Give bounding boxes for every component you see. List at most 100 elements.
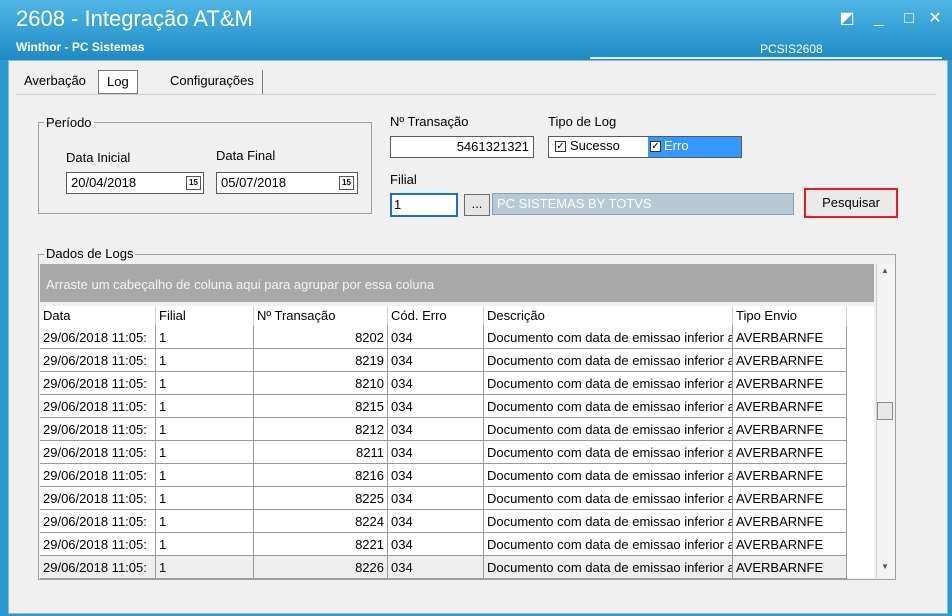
maximize-icon[interactable]: □ [898, 8, 920, 30]
sucesso-checkbox[interactable]: ✓ [555, 141, 566, 152]
cell-tipo-envio[interactable]: AVERBARNFE [733, 395, 847, 418]
cell-data[interactable]: 29/06/2018 11:05: [40, 395, 156, 418]
cell-cod-erro[interactable]: 034 [388, 326, 484, 349]
cell-data[interactable]: 29/06/2018 11:05: [40, 418, 156, 441]
scroll-thumb[interactable] [877, 402, 893, 420]
cell-filial[interactable]: 1 [156, 556, 254, 579]
cell-descricao[interactable]: Documento com data de emissao inferior a [484, 326, 733, 349]
cell-transacao[interactable]: 8202 [254, 326, 388, 349]
cell-cod-erro[interactable]: 034 [388, 349, 484, 372]
cell-filial[interactable]: 1 [156, 533, 254, 556]
cell-transacao[interactable]: 8226 [254, 556, 388, 579]
cell-cod-erro[interactable]: 034 [388, 418, 484, 441]
cell-descricao[interactable]: Documento com data de emissao inferior a [484, 349, 733, 372]
transacao-input[interactable]: 5461321321 [390, 136, 534, 158]
cell-descricao[interactable]: Documento com data de emissao inferior a [484, 533, 733, 556]
restore-icon[interactable]: ◩ [836, 8, 858, 30]
cell-tipo-envio[interactable]: AVERBARNFE [733, 533, 847, 556]
column-header-tipo-envio[interactable]: Tipo Envio [733, 306, 847, 326]
group-by-panel[interactable]: Arraste um cabeçalho de coluna aqui para… [40, 264, 874, 302]
calendar-icon[interactable]: 15 [339, 176, 354, 190]
column-header-descricao[interactable]: Descrição [484, 306, 733, 326]
program-code: PCSIS2608 [760, 42, 823, 56]
cell-filial[interactable]: 1 [156, 441, 254, 464]
dados-logs-title: Dados de Logs [44, 246, 136, 261]
cell-data[interactable]: 29/06/2018 11:05: [40, 533, 156, 556]
scroll-down-icon[interactable]: ▼ [879, 562, 891, 572]
cell-cod-erro[interactable]: 034 [388, 372, 484, 395]
vertical-scrollbar[interactable] [876, 264, 894, 578]
cell-data[interactable]: 29/06/2018 11:05: [40, 464, 156, 487]
cell-transacao[interactable]: 8219 [254, 349, 388, 372]
cell-transacao[interactable]: 8212 [254, 418, 388, 441]
cell-filial[interactable]: 1 [156, 372, 254, 395]
column-header-filial[interactable]: Filial [156, 306, 254, 326]
cell-cod-erro[interactable]: 034 [388, 510, 484, 533]
cell-tipo-envio[interactable]: AVERBARNFE [733, 326, 847, 349]
cell-data[interactable]: 29/06/2018 11:05: [40, 326, 156, 349]
cell-tipo-envio[interactable]: AVERBARNFE [733, 441, 847, 464]
erro-checkbox[interactable]: ✓ [650, 141, 661, 152]
cell-descricao[interactable]: Documento com data de emissao inferior a [484, 510, 733, 533]
data-inicial-input[interactable]: 20/04/2018 [66, 172, 204, 194]
cell-filial[interactable]: 1 [156, 395, 254, 418]
filial-input[interactable]: 1 [390, 193, 458, 217]
scroll-up-icon[interactable]: ▲ [879, 266, 891, 276]
cell-descricao[interactable]: Documento com data de emissao inferior a [484, 464, 733, 487]
tab-log[interactable]: Log [98, 70, 138, 94]
cell-cod-erro[interactable]: 034 [388, 487, 484, 510]
cell-tipo-envio[interactable]: AVERBARNFE [733, 510, 847, 533]
erro-label: Erro [664, 138, 689, 153]
cell-filial[interactable]: 1 [156, 418, 254, 441]
data-final-input[interactable]: 05/07/2018 [216, 172, 358, 194]
cell-descricao[interactable]: Documento com data de emissao inferior a [484, 556, 733, 579]
window-subtitle: Winthor - PC Sistemas [16, 40, 145, 54]
cell-descricao[interactable]: Documento com data de emissao inferior a [484, 441, 733, 464]
cell-data[interactable]: 29/06/2018 11:05: [40, 349, 156, 372]
cell-cod-erro[interactable]: 034 [388, 464, 484, 487]
cell-descricao[interactable]: Documento com data de emissao inferior a [484, 372, 733, 395]
cell-tipo-envio[interactable]: AVERBARNFE [733, 487, 847, 510]
cell-tipo-envio[interactable]: AVERBARNFE [733, 349, 847, 372]
cell-transacao[interactable]: 8210 [254, 372, 388, 395]
cell-filial[interactable]: 1 [156, 326, 254, 349]
cell-filial[interactable]: 1 [156, 510, 254, 533]
cell-filial[interactable]: 1 [156, 487, 254, 510]
erro-selection-highlight [648, 137, 741, 157]
cell-descricao[interactable]: Documento com data de emissao inferior a [484, 395, 733, 418]
window-title: 2608 - Integração AT&M [16, 6, 253, 31]
cell-transacao[interactable]: 8224 [254, 510, 388, 533]
cell-transacao[interactable]: 8216 [254, 464, 388, 487]
column-header-data[interactable]: Data [40, 306, 156, 326]
cell-filial[interactable]: 1 [156, 349, 254, 372]
cell-tipo-envio[interactable]: AVERBARNFE [733, 464, 847, 487]
cell-transacao[interactable]: 8225 [254, 487, 388, 510]
cell-data[interactable]: 29/06/2018 11:05: [40, 372, 156, 395]
cell-transacao[interactable]: 8215 [254, 395, 388, 418]
pesquisar-button[interactable]: Pesquisar [804, 188, 898, 218]
cell-data[interactable]: 29/06/2018 11:05: [40, 510, 156, 533]
cell-cod-erro[interactable]: 034 [388, 533, 484, 556]
minimize-icon[interactable]: _ [868, 8, 890, 30]
cell-descricao[interactable]: Documento com data de emissao inferior a [484, 487, 733, 510]
cell-data[interactable]: 29/06/2018 11:05: [40, 441, 156, 464]
cell-descricao[interactable]: Documento com data de emissao inferior a [484, 418, 733, 441]
cell-tipo-envio[interactable]: AVERBARNFE [733, 418, 847, 441]
tab-configuracoes[interactable]: Configurações [162, 70, 263, 94]
cell-filial[interactable]: 1 [156, 464, 254, 487]
cell-tipo-envio[interactable]: AVERBARNFE [733, 556, 847, 579]
close-icon[interactable]: ✕ [924, 8, 946, 30]
cell-data[interactable]: 29/06/2018 11:05: [40, 487, 156, 510]
cell-transacao[interactable]: 8221 [254, 533, 388, 556]
cell-transacao[interactable]: 8211 [254, 441, 388, 464]
cell-data[interactable]: 29/06/2018 11:05: [40, 556, 156, 579]
cell-tipo-envio[interactable]: AVERBARNFE [733, 372, 847, 395]
tab-averbacao[interactable]: Averbação [16, 70, 94, 94]
column-header-cod-erro[interactable]: Cód. Erro [388, 306, 484, 326]
filial-lookup-button[interactable]: ... [464, 194, 490, 216]
cell-cod-erro[interactable]: 034 [388, 441, 484, 464]
cell-cod-erro[interactable]: 034 [388, 556, 484, 579]
column-header-transacao[interactable]: Nº Transação [254, 306, 388, 326]
calendar-icon[interactable]: 15 [186, 176, 201, 190]
cell-cod-erro[interactable]: 034 [388, 395, 484, 418]
